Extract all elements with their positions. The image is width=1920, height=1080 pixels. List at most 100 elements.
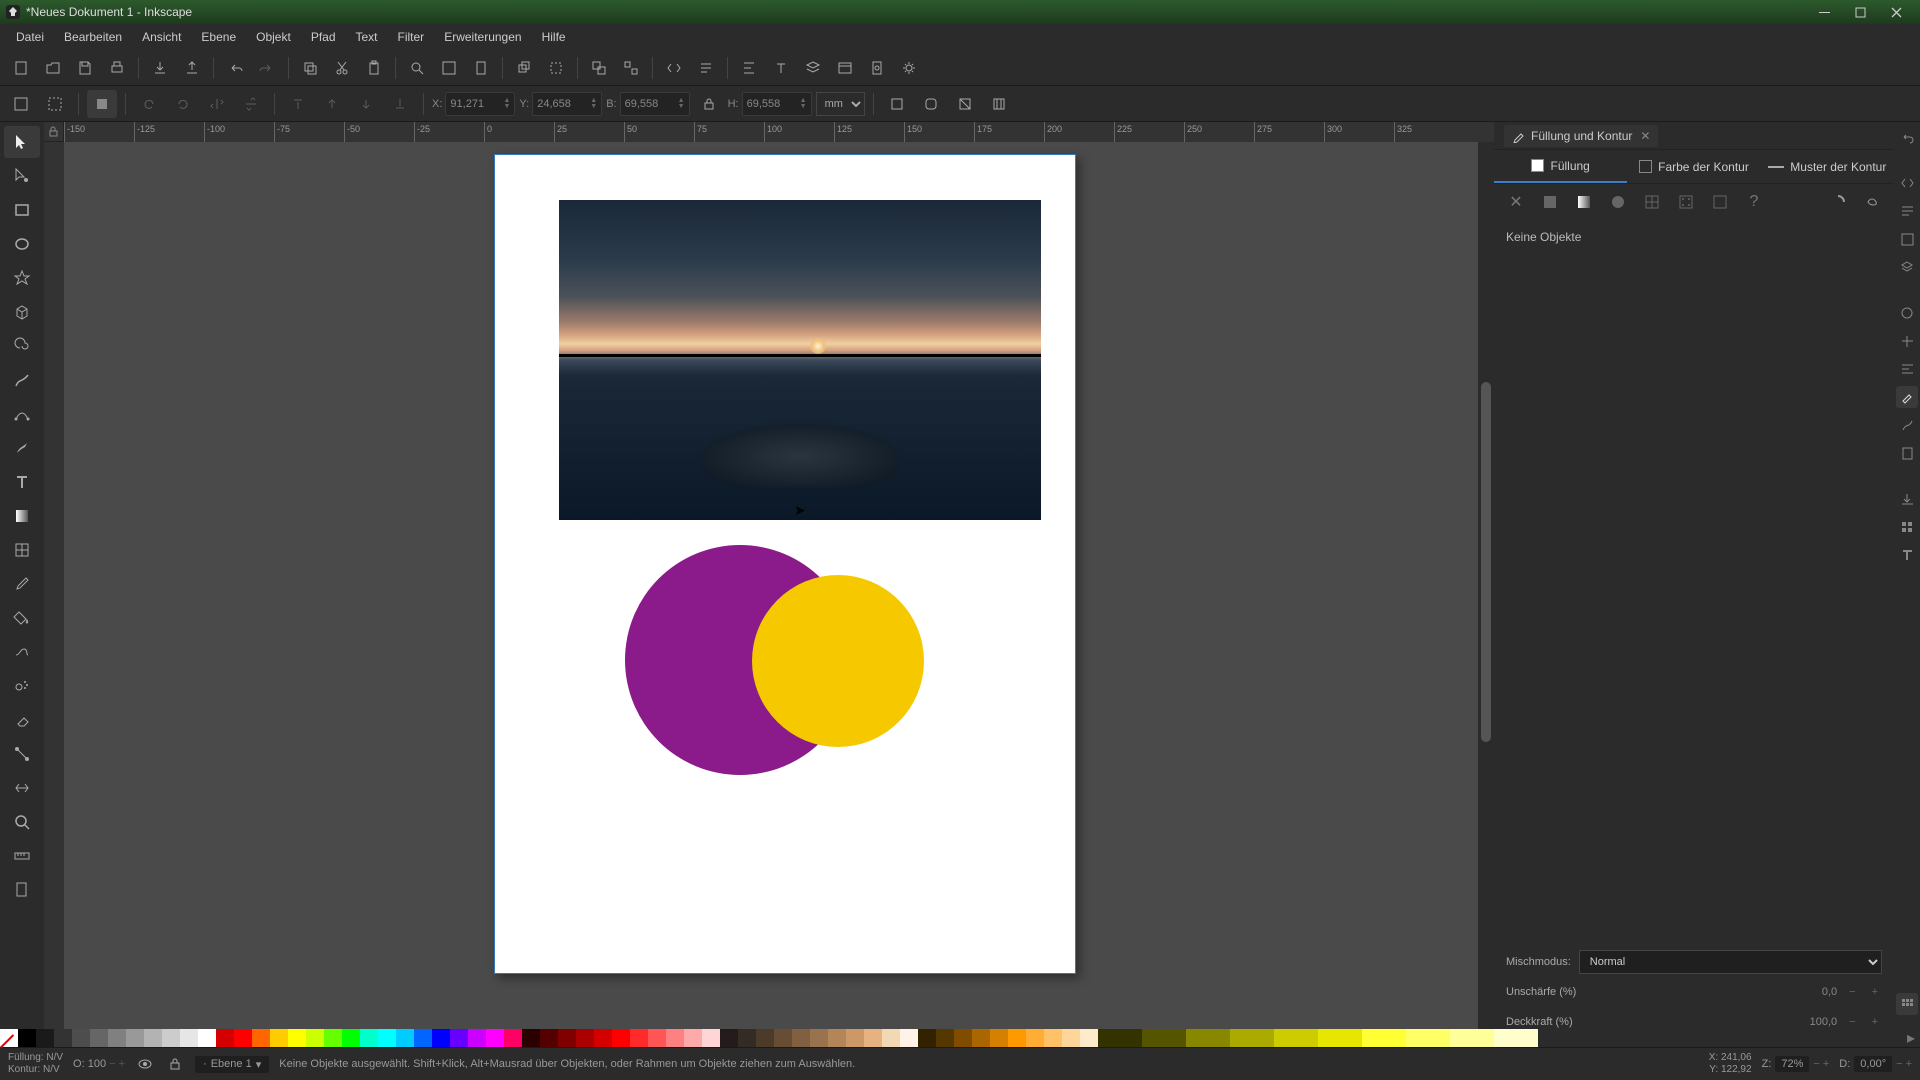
palette-swatch[interactable]: [720, 1029, 738, 1047]
palette-swatch[interactable]: [342, 1029, 360, 1047]
star-tool[interactable]: [4, 262, 40, 294]
import-button[interactable]: [145, 54, 175, 82]
palette-swatch[interactable]: [270, 1029, 288, 1047]
palette-swatch[interactable]: [126, 1029, 144, 1047]
palette-swatch[interactable]: [1318, 1029, 1362, 1047]
palette-swatch[interactable]: [378, 1029, 396, 1047]
mesh-tool[interactable]: [4, 534, 40, 566]
rect-tool[interactable]: [4, 194, 40, 226]
status-stroke-value[interactable]: N/V: [43, 1064, 60, 1075]
menu-datei[interactable]: Datei: [6, 27, 54, 47]
tab-fill[interactable]: Füllung: [1494, 150, 1627, 183]
minimize-button[interactable]: [1806, 1, 1842, 23]
pages-tool[interactable]: [4, 874, 40, 906]
palette-swatch[interactable]: [666, 1029, 684, 1047]
align-button[interactable]: [734, 54, 764, 82]
lock-ratio-icon[interactable]: [694, 90, 724, 118]
lower-icon[interactable]: [351, 90, 381, 118]
clone-button[interactable]: [541, 54, 571, 82]
selector-tool[interactable]: [4, 126, 40, 158]
palette-swatch[interactable]: [360, 1029, 378, 1047]
palette-swatch[interactable]: [486, 1029, 504, 1047]
new-doc-button[interactable]: [6, 54, 36, 82]
save-button[interactable]: [70, 54, 100, 82]
palette-swatch[interactable]: [612, 1029, 630, 1047]
export-button[interactable]: [177, 54, 207, 82]
scale-stroke-icon[interactable]: [882, 90, 912, 118]
status-lock-icon[interactable]: [165, 1054, 185, 1074]
palette-swatch[interactable]: [810, 1029, 828, 1047]
palette-swatch[interactable]: [234, 1029, 252, 1047]
palette-swatch[interactable]: [450, 1029, 468, 1047]
dock-trace-icon[interactable]: [1896, 414, 1918, 436]
measure-tool[interactable]: [4, 840, 40, 872]
3dbox-tool[interactable]: [4, 296, 40, 328]
paintbucket-tool[interactable]: [4, 602, 40, 634]
open-button[interactable]: [38, 54, 68, 82]
rotation-value[interactable]: 0,00°: [1854, 1056, 1892, 1072]
paint-unknown-icon[interactable]: ?: [1740, 188, 1768, 216]
palette-swatch[interactable]: [504, 1029, 522, 1047]
connector-tool[interactable]: [4, 738, 40, 770]
palette-swatch[interactable]: [1142, 1029, 1186, 1047]
palette-swatch[interactable]: [1186, 1029, 1230, 1047]
paste-button[interactable]: [359, 54, 389, 82]
unit-select[interactable]: mm: [816, 92, 865, 116]
lpe-tool[interactable]: [4, 772, 40, 804]
redo-button[interactable]: [252, 54, 282, 82]
ruler-lock-icon[interactable]: [44, 122, 64, 142]
menu-hilfe[interactable]: Hilfe: [532, 27, 576, 47]
menu-bearbeiten[interactable]: Bearbeiten: [54, 27, 132, 47]
dock-layers-icon[interactable]: [1896, 256, 1918, 278]
paint-hsl-icon[interactable]: [1858, 188, 1886, 216]
palette-scroll-icon[interactable]: ▸: [1902, 1029, 1920, 1047]
dock-objectprops-icon[interactable]: [1896, 302, 1918, 324]
dock-docprops-icon[interactable]: [1896, 442, 1918, 464]
palette-swatch[interactable]: [918, 1029, 936, 1047]
dock-xml-icon[interactable]: [1896, 172, 1918, 194]
menu-ansicht[interactable]: Ansicht: [132, 27, 191, 47]
move-gradients-icon[interactable]: [950, 90, 980, 118]
status-opacity-value[interactable]: 100: [88, 1058, 106, 1070]
palette-swatch[interactable]: [1274, 1029, 1318, 1047]
palette-swatch[interactable]: [540, 1029, 558, 1047]
layer-indicator[interactable]: · Ebene 1 ▾: [195, 1056, 269, 1073]
opacity-plus[interactable]: +: [1868, 1016, 1882, 1028]
text-tool[interactable]: [4, 466, 40, 498]
palette-swatch[interactable]: [144, 1029, 162, 1047]
palette-swatch[interactable]: [1044, 1029, 1062, 1047]
scrollbar-vertical[interactable]: [1478, 142, 1494, 1031]
ruler-vertical[interactable]: [44, 142, 64, 1031]
raise-top-icon[interactable]: [283, 90, 313, 118]
maximize-button[interactable]: [1842, 1, 1878, 23]
palette-swatch[interactable]: [558, 1029, 576, 1047]
paint-swatch-icon[interactable]: [1706, 188, 1734, 216]
palette-swatch[interactable]: [396, 1029, 414, 1047]
tweak-tool[interactable]: [4, 636, 40, 668]
dropper-tool[interactable]: [4, 568, 40, 600]
spray-tool[interactable]: [4, 670, 40, 702]
paint-mesh-icon[interactable]: [1638, 188, 1666, 216]
palette-swatch[interactable]: [54, 1029, 72, 1047]
placed-image[interactable]: [559, 200, 1041, 520]
palette-swatch[interactable]: [1362, 1029, 1406, 1047]
h-input[interactable]: 69,558▲▼: [742, 92, 812, 116]
status-visibility-icon[interactable]: [135, 1054, 155, 1074]
palette-swatch[interactable]: [1494, 1029, 1538, 1047]
palette-swatch[interactable]: [864, 1029, 882, 1047]
ungroup-button[interactable]: [616, 54, 646, 82]
spiral-tool[interactable]: [4, 330, 40, 362]
gradient-tool[interactable]: [4, 500, 40, 532]
palette-swatch[interactable]: [702, 1029, 720, 1047]
rotate-cw-icon[interactable]: [168, 90, 198, 118]
dock-fillstroke-icon[interactable]: [1896, 386, 1918, 408]
bezier-tool[interactable]: [4, 398, 40, 430]
copy-button[interactable]: [295, 54, 325, 82]
paint-flat-icon[interactable]: [1536, 188, 1564, 216]
ruler-horizontal[interactable]: -150-125-100-75-50-250255075100125150175…: [64, 122, 1494, 142]
panel-tab-fillstroke[interactable]: Füllung und Kontur ✕: [1504, 125, 1658, 147]
opacity-value[interactable]: 100,0: [1777, 1016, 1837, 1028]
eraser-tool[interactable]: [4, 704, 40, 736]
palette-swatch[interactable]: [198, 1029, 216, 1047]
palette-swatch[interactable]: [828, 1029, 846, 1047]
